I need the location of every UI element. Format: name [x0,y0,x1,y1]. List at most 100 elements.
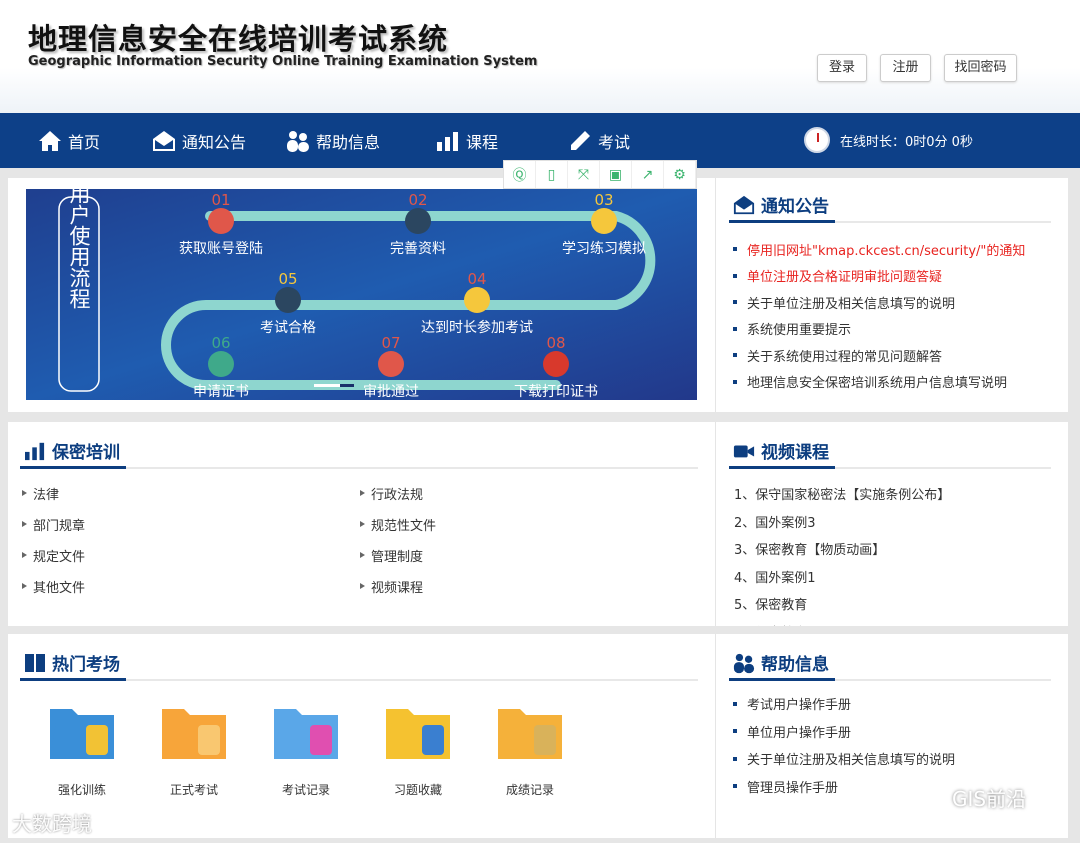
recover-password-button[interactable]: 找回密码 [944,54,1017,82]
help-item[interactable]: 关于单位注册及相关信息填写的说明 [733,745,955,773]
site-title: 地理信息安全在线培训考试系统 [28,22,449,56]
nav-course[interactable]: 课程 [436,113,498,168]
video-list: 1、保守国家秘密法【实施条例公布】 2、国外案例3 3、保密教育【物质动画】 4、国外… [734,480,950,626]
exam-shortcut[interactable]: 习题收藏 [368,695,468,798]
step-label: 获取账号登陆 [179,241,263,257]
step-icon [464,287,490,313]
video-item[interactable]: 2、国外案例3 [734,508,950,536]
notice-item[interactable]: 单位注册及合格证明审批问题答疑 [733,263,1025,290]
notice-item[interactable]: 地理信息安全保密培训系统用户信息填写说明 [733,369,1025,396]
video-underline [729,466,1051,469]
folder-pda-icon [50,709,114,759]
help-title: 帮助信息 [733,650,829,675]
help-item[interactable]: 管理员操作手册 [733,773,955,801]
help-underline [729,678,1051,681]
step-icon [378,351,404,377]
training-item[interactable]: 管理制度 [360,545,698,565]
bar-chart-icon [25,442,45,460]
home-icon [39,130,61,151]
step-label: 考试合格 [260,320,316,336]
watermark: GIS前沿 [952,787,1027,811]
floating-toolbar: Ⓠ ▯ ⤧ ▣ ↗ ⚙ [503,160,697,189]
step-number: 01 [211,191,230,209]
step-icon [591,208,617,234]
exam-shortcut[interactable]: 考试记录 [256,695,356,798]
envelope-icon [733,195,755,214]
exam-shortcut-label: 习题收藏 [393,783,442,797]
exam-title: 热门考场 [24,650,120,675]
notice-item[interactable]: 关于单位注册及相关信息填写的说明 [733,289,1025,316]
help-list: 考试用户操作手册 单位用户操作手册 关于单位注册及相关信息填写的说明 管理员操作手册 [733,690,955,800]
help-item[interactable]: 考试用户操作手册 [733,690,955,718]
exam-shortcut-label: 考试记录 [281,783,330,797]
video-item[interactable]: 6、保密教育 [734,618,950,627]
training-item[interactable]: 其他文件 [22,576,360,596]
settings-icon[interactable]: ⚙ [664,161,696,188]
training-item[interactable]: 法律 [22,483,360,503]
step-icon [405,208,431,234]
divider [715,634,716,838]
divider [715,422,716,626]
folder-coins-icon [498,709,562,759]
exam-shortcut[interactable]: 强化训练 [32,695,132,798]
envelope-icon [153,130,175,151]
video-title: 视频课程 [733,438,829,463]
notice-list: 停用旧网址"kmap.ckcest.cn/security/"的通知 单位注册及合… [733,236,1025,395]
process-banner[interactable]: 个人用户使用流程 01 获取账号登陆 02 完善资料 03 学习练习模拟 04 达到时长参加考… [26,189,697,400]
login-button[interactable]: 登录 [817,54,867,82]
mobile-icon[interactable]: ▯ [536,161,568,188]
online-timer: 在线时长：0时0分 0秒 [804,127,973,153]
fullscreen-icon[interactable]: ⤧ [568,161,600,188]
header: 地理信息安全在线培训考试系统 Geographic Information Se… [0,0,1080,113]
save-icon[interactable]: ▣ [600,161,632,188]
step-number: 05 [278,270,297,288]
nav-help[interactable]: 帮助信息 [286,113,380,168]
step-number: 08 [546,334,565,352]
book-mouse-icon [386,709,450,759]
watermark: 大数跨境 [12,812,92,836]
pencil-icon [571,130,590,150]
notice-item[interactable]: 系统使用重要提示 [733,316,1025,343]
step-label: 达到时长参加考试 [421,319,533,336]
training-title: 保密培训 [24,438,120,463]
step-icon [208,208,234,234]
share-icon[interactable]: ↗ [632,161,664,188]
refresh-icon[interactable]: Ⓠ [504,161,536,188]
exam-shortcut[interactable]: 成绩记录 [480,695,580,798]
training-item[interactable]: 部门规章 [22,514,360,534]
step-label: 学习练习模拟 [562,241,646,257]
video-item[interactable]: 5、保密教育 [734,590,950,618]
step-label: 完善资料 [390,241,446,257]
step-icon [543,351,569,377]
help-item[interactable]: 单位用户操作手册 [733,718,955,746]
notice-underline [729,220,1051,223]
training-item[interactable]: 规范性文件 [360,514,698,534]
nav-home[interactable]: 首页 [38,113,100,168]
step-icon [208,351,234,377]
nav-notice[interactable]: 通知公告 [152,113,246,168]
bar-chart-icon [437,131,458,151]
notice-item[interactable]: 关于系统使用过程的常见问题解答 [733,342,1025,369]
register-button[interactable]: 注册 [880,54,931,82]
video-item[interactable]: 1、保守国家秘密法【实施条例公布】 [734,480,950,508]
users-icon [287,130,309,152]
step-label: 审批通过 [363,384,419,400]
video-item[interactable]: 3、保密教育【物质动画】 [734,535,950,563]
video-item[interactable]: 4、国外案例1 [734,563,950,591]
divider [715,178,716,412]
step-number: 03 [594,191,613,209]
step-label: 申请证书 [193,384,249,400]
training-item[interactable]: 规定文件 [22,545,360,565]
users-icon [733,653,755,673]
training-underline [20,466,698,469]
training-item[interactable]: 行政法规 [360,483,698,503]
exam-shortcut[interactable]: 正式考试 [144,695,244,798]
video-camera-icon [733,445,755,457]
step-number: 06 [211,334,230,352]
training-item[interactable]: 视频课程 [360,576,698,596]
notice-item[interactable]: 停用旧网址"kmap.ckcest.cn/security/"的通知 [733,236,1025,263]
step-label: 下载打印证书 [514,383,598,400]
banner-title: 个人用户使用流程 [67,189,91,309]
exam-shortcut-label: 成绩记录 [505,783,554,797]
exam-shortcut-label: 正式考试 [169,783,218,797]
